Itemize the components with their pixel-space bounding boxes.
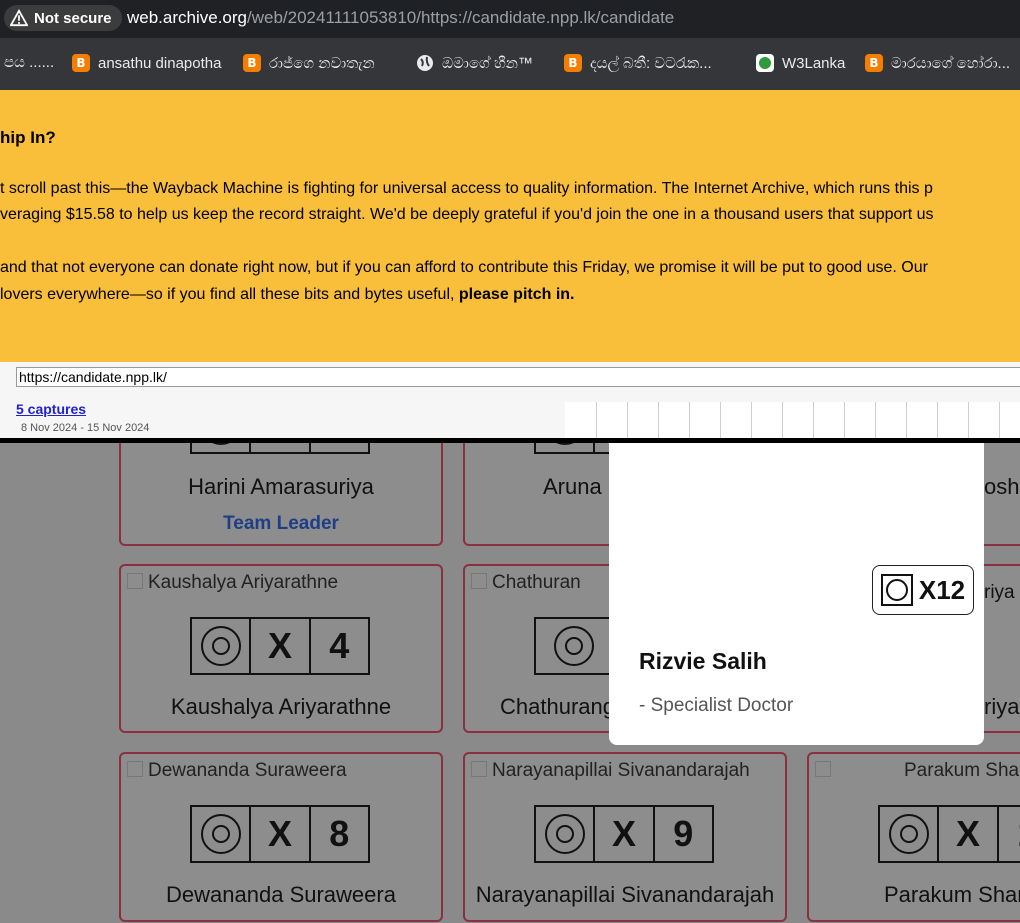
bookmark-label: මාරයාගේ හෝරා... xyxy=(891,54,1011,72)
bookmark-item[interactable]: B මාරයාගේ හෝරා... xyxy=(865,54,1010,72)
candidate-photo: Kaushalya Ariyarathne xyxy=(127,572,338,594)
bookmark-item[interactable]: W3Lanka xyxy=(756,54,845,72)
candidate-photo: Dewananda Suraweera xyxy=(127,760,347,782)
candidate-number: 4 xyxy=(308,619,368,673)
banner-heading: hip In? xyxy=(0,128,56,147)
lamp-symbol xyxy=(192,807,249,861)
candidate-card[interactable]: Narayanapillai Sivanandarajah X 9 Naraya… xyxy=(463,752,787,922)
lamp-icon xyxy=(200,814,241,854)
candidate-name: osha xyxy=(984,474,1020,499)
candidate-number: 1 xyxy=(996,807,1020,861)
bookmark-item[interactable]: Bansathu dinapotha xyxy=(72,54,221,72)
url-path: /web/20241111053810/https://candidate.np… xyxy=(247,8,675,27)
candidate-card[interactable]: Kaushalya Ariyarathne X 4 Kaushalya Ariy… xyxy=(119,564,443,733)
lamp-icon xyxy=(888,814,929,854)
lamp-icon xyxy=(554,626,594,666)
bookmark-label: දයල් බතී: වටරැක... xyxy=(590,54,712,72)
bookmark-label: ansathu dinapotha xyxy=(98,54,222,72)
candidate-number: 9 xyxy=(652,807,712,861)
pitch-in-link[interactable]: please pitch in. xyxy=(459,286,575,303)
ballot-box: X 8 xyxy=(190,805,370,863)
popup-candidate-name: Rizvie Salih xyxy=(639,648,767,674)
candidate-popup[interactable]: X12 Rizvie Salih - Specialist Doctor xyxy=(609,440,984,745)
bookmark-item[interactable]: B දයල් බතී: වටරැක... xyxy=(564,54,712,72)
candidate-card[interactable]: Dewananda Suraweera X 8 Dewananda Surawe… xyxy=(119,752,443,922)
candidate-card[interactable]: Parakum Shan X 1 Parakum Shan xyxy=(807,752,1020,922)
candidate-name: Harini Amarasuriya xyxy=(188,474,374,499)
candidate-photo: Parakum Shan xyxy=(815,760,1020,782)
capture-date-range: 8 Nov 2024 - 15 Nov 2024 xyxy=(21,422,150,434)
banner-text-line: and that not everyone can donate right n… xyxy=(0,259,928,276)
globe-icon xyxy=(416,54,434,72)
browser-address-bar: Not secure web.archive.org/web/202411110… xyxy=(0,0,1020,38)
captures-link[interactable]: 5 captures xyxy=(16,401,86,417)
wayback-toolbar: 5 captures 8 Nov 2024 - 15 Nov 2024 xyxy=(0,362,1020,443)
lamp-icon xyxy=(544,814,585,854)
candidate-role: Team Leader xyxy=(223,513,339,534)
lamp-icon xyxy=(200,626,241,666)
ballot-box: X 4 xyxy=(190,617,370,675)
blogger-icon: B xyxy=(72,54,90,72)
ballot-x: X xyxy=(937,807,996,861)
bookmark-item[interactable]: ඔමාගේ හීන™ xyxy=(416,54,533,72)
bookmark-label: පය ...... xyxy=(4,54,55,71)
blogger-icon: B xyxy=(564,54,582,72)
bookmark-item[interactable]: B රාජ්ගෙ නවාතැන xyxy=(243,54,375,72)
ballot-box: X 9 xyxy=(534,805,714,863)
ballot-x: X xyxy=(249,807,308,861)
candidate-photo: Chathuran xyxy=(471,572,581,594)
w3lanka-icon xyxy=(756,54,774,72)
ballot-number-badge: X12 xyxy=(872,565,974,615)
lamp-symbol xyxy=(192,619,249,673)
candidate-name: riya xyxy=(984,694,1020,719)
lamp-symbol xyxy=(536,619,612,673)
ballot-x: X xyxy=(249,619,308,673)
candidate-name: Dewananda Suraweera xyxy=(166,882,396,907)
warning-icon xyxy=(10,9,28,27)
ballot-box xyxy=(534,617,614,675)
lamp-symbol xyxy=(880,807,937,861)
url-host: web.archive.org xyxy=(127,8,248,27)
wayback-url-input[interactable] xyxy=(16,367,1020,387)
capture-sparkline[interactable] xyxy=(565,402,1020,438)
banner-text-line: t scroll past this—the Wayback Machine i… xyxy=(0,180,933,197)
ballot-number: X12 xyxy=(918,574,966,605)
lamp-icon xyxy=(880,574,913,606)
security-label: Not secure xyxy=(34,9,112,27)
bookmark-label: රාජ්ගෙ නවාතැන xyxy=(269,54,375,72)
candidate-name: Kaushalya Ariyarathne xyxy=(170,694,392,719)
blogger-icon: B xyxy=(243,54,261,72)
candidate-name: Narayanapillai Sivanandarajah xyxy=(475,882,775,907)
bookmark-label: ඔමාගේ හීන™ xyxy=(442,54,533,72)
lamp-symbol xyxy=(536,807,593,861)
ballot-x: X xyxy=(593,807,652,861)
url-field[interactable]: web.archive.org/web/20241111053810/https… xyxy=(127,8,674,28)
candidate-number: 8 xyxy=(308,807,368,861)
bookmark-item[interactable]: පය ...... xyxy=(4,54,54,71)
ballot-box: X 1 xyxy=(878,805,1020,863)
popup-candidate-role: - Specialist Doctor xyxy=(639,695,794,716)
candidate-photo: Narayanapillai Sivanandarajah xyxy=(471,760,750,782)
candidate-photo: riya xyxy=(984,582,1015,603)
security-badge[interactable]: Not secure xyxy=(4,5,122,31)
banner-text-line: veraging $15.58 to help us keep the reco… xyxy=(0,206,934,223)
candidate-name: Parakum Shan xyxy=(884,882,1020,907)
banner-text-line: lovers everywhere—so if you find all the… xyxy=(0,286,575,304)
bookmarks-bar: පය ...... Bansathu dinapotha B රාජ්ගෙ නවා… xyxy=(0,38,1020,90)
blogger-icon: B xyxy=(865,54,883,72)
bookmark-label: W3Lanka xyxy=(782,54,846,72)
donation-banner: hip In? t scroll past this—the Wayback M… xyxy=(0,90,1020,362)
banner-text: lovers everywhere—so if you find all the… xyxy=(0,286,459,303)
